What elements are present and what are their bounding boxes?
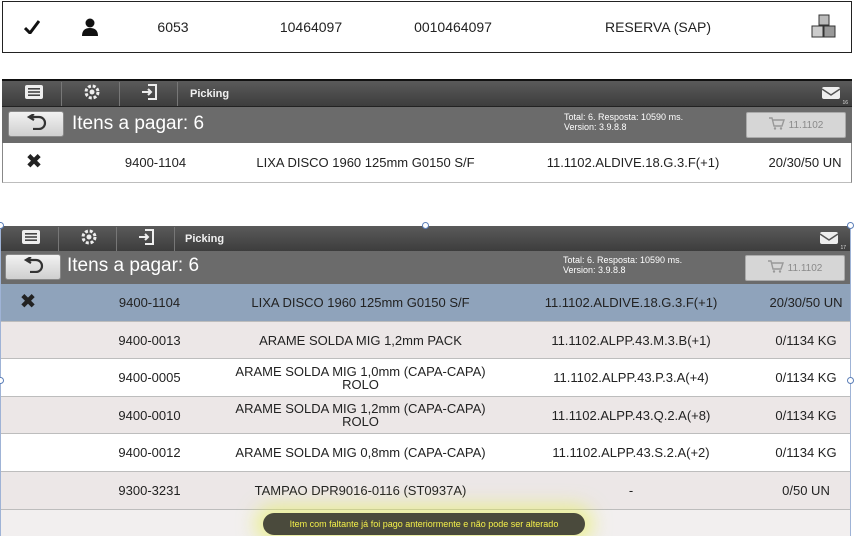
menu-icon — [21, 229, 40, 249]
cart-button[interactable]: 11.1102 — [745, 255, 845, 281]
item-description: ARAME SOLDA MIG 1,2mm PACK — [259, 332, 462, 348]
item-code: 9400-0010 — [118, 407, 181, 423]
toolbar-title: Picking — [190, 88, 230, 100]
menu-icon — [24, 84, 43, 104]
doc-number-padded: 0010464097 — [414, 19, 492, 35]
reservation-type: RESERVA (SAP) — [604, 19, 712, 35]
item-qty: 0/1134 KG — [775, 407, 837, 423]
item-qty: 20/30/50 UN — [768, 155, 842, 170]
total-info: Total: 6. Resposta: 10590 ms. Version: 3… — [563, 255, 682, 275]
resize-handle[interactable] — [847, 222, 854, 229]
exit-icon — [141, 83, 159, 106]
table-row[interactable]: 9400-0005 ARAME SOLDA MIG 1,0mm (CAPA-CA… — [1, 359, 850, 397]
items-title: Itens a pagar: 6 — [67, 255, 200, 276]
table-row-selected[interactable]: ✖ 9400-1104 LIXA DISCO 1960 125mm G0150 … — [1, 284, 850, 322]
items-header: Itens a pagar: 6 Total: 6. Resposta: 105… — [1, 251, 850, 284]
reservation-code: 6053 — [157, 19, 189, 35]
mail-button[interactable]: 16 — [821, 85, 848, 106]
item-location: 11.1102.ALPP.43.Q.2.A(+8) — [551, 407, 711, 423]
menu-button[interactable] — [3, 227, 59, 251]
person-icon — [75, 2, 105, 52]
item-qty: 20/30/50 UN — [769, 295, 843, 310]
toolbar: Picking 16 — [2, 81, 852, 107]
total-info: Total: 6. Resposta: 10590 ms. Version: 3… — [564, 112, 683, 132]
mail-button[interactable]: 17 — [819, 230, 846, 251]
item-location: 11.1102.ALDIVE.18.G.3.F(+1) — [546, 155, 720, 170]
cart-icon — [767, 260, 784, 276]
version-line: Version: 3.9.8.8 — [563, 265, 626, 275]
settings-button[interactable] — [61, 227, 117, 251]
item-description: TAMPAO DPR9016-0116 (ST0937A) — [254, 483, 467, 498]
doc-number: 10464097 — [279, 19, 343, 35]
item-location: 11.1102.ALDIVE.18.G.3.F(+1) — [544, 295, 718, 310]
item-description: ARAME SOLDA MIG 1,2mm (CAPA-CAPA) ROLO — [235, 401, 486, 429]
logout-button[interactable] — [119, 227, 175, 251]
cart-icon — [768, 117, 785, 133]
item-qty: 0/1134 KG — [775, 332, 837, 348]
table-row[interactable]: 9400-0012 ARAME SOLDA MIG 0,8mm (CAPA-CA… — [1, 434, 850, 472]
back-button[interactable] — [5, 254, 61, 280]
gear-icon — [83, 83, 101, 106]
item-location: - — [628, 483, 634, 498]
table-row[interactable]: 9400-0010 ARAME SOLDA MIG 1,2mm (CAPA-CA… — [1, 397, 850, 434]
item-code: 9400-0013 — [118, 332, 181, 348]
item-description: LIXA DISCO 1960 125mm G0150 S/F — [256, 155, 475, 170]
item-description: ARAME SOLDA MIG 0,8mm (CAPA-CAPA) — [235, 445, 486, 460]
toolbar-title: Picking — [185, 233, 225, 245]
mail-icon — [821, 85, 841, 106]
item-location: 11.1102.ALPP.43.M.3.B(+1) — [551, 332, 711, 348]
picking-panel-main: Picking 17 Itens a pagar: 6 Total: 6. Re… — [0, 226, 851, 536]
reservation-row[interactable]: 6053 10464097 0010464097 RESERVA (SAP) — [2, 1, 852, 53]
cart-label: 11.1102 — [787, 262, 823, 274]
check-icon — [17, 2, 47, 52]
item-qty: 0/1134 KG — [775, 370, 837, 385]
boxes-icon[interactable] — [807, 2, 841, 52]
total-line: Total: 6. Resposta: 10590 ms. — [563, 255, 683, 265]
item-location: 11.1102.ALPP.43.S.2.A(+2) — [552, 445, 710, 460]
item-qty: 0/1134 KG — [775, 445, 837, 460]
item-qty: 0/50 UN — [782, 483, 830, 498]
item-description: LIXA DISCO 1960 125mm G0150 S/F — [251, 295, 470, 310]
menu-button[interactable] — [6, 82, 62, 106]
item-description: ARAME SOLDA MIG 1,0mm (CAPA-CAPA) ROLO — [235, 363, 486, 392]
item-code: 9400-0005 — [118, 370, 181, 385]
version-line: Version: 3.9.8.8 — [564, 122, 627, 132]
undo-icon — [22, 255, 44, 278]
remove-icon[interactable]: ✖ — [17, 143, 51, 182]
item-location: 11.1102.ALPP.43.P.3.A(+4) — [553, 370, 709, 385]
settings-button[interactable] — [64, 82, 120, 106]
mail-count: 16 — [842, 100, 848, 106]
cart-label: 11.1102 — [788, 119, 824, 131]
picking-panel-small: Picking 16 Itens a pagar: 6 Total: 6. Re… — [2, 79, 852, 187]
cart-button[interactable]: 11.1102 — [746, 112, 846, 138]
total-line: Total: 6. Resposta: 10590 ms. — [564, 112, 684, 122]
logout-button[interactable] — [122, 82, 178, 106]
item-code: 9400-1104 — [118, 295, 181, 310]
resize-handle[interactable] — [422, 222, 429, 229]
remove-icon[interactable]: ✖ — [11, 284, 45, 321]
table-row[interactable]: 9400-0013 ARAME SOLDA MIG 1,2mm PACK 11.… — [1, 322, 850, 359]
toast-message: Item com faltante já foi pago anteriorme… — [263, 513, 585, 535]
item-code: 9300-3231 — [118, 483, 181, 498]
gear-icon — [80, 228, 98, 251]
toolbar: Picking 17 — [1, 226, 850, 252]
item-code: 9400-1104 — [124, 155, 187, 170]
back-button[interactable] — [8, 111, 64, 137]
items-title: Itens a pagar: 6 — [72, 113, 205, 134]
item-code: 9400-0012 — [118, 445, 181, 460]
table-row[interactable]: 9300-3231 TAMPAO DPR9016-0116 (ST0937A) … — [1, 472, 850, 510]
mail-icon — [819, 230, 839, 251]
exit-icon — [138, 228, 156, 251]
undo-icon — [25, 112, 47, 135]
items-header: Itens a pagar: 6 Total: 6. Resposta: 105… — [2, 107, 852, 143]
resize-handle[interactable] — [847, 377, 854, 384]
table-row[interactable]: ✖ 9400-1104 LIXA DISCO 1960 125mm G0150 … — [2, 143, 852, 183]
